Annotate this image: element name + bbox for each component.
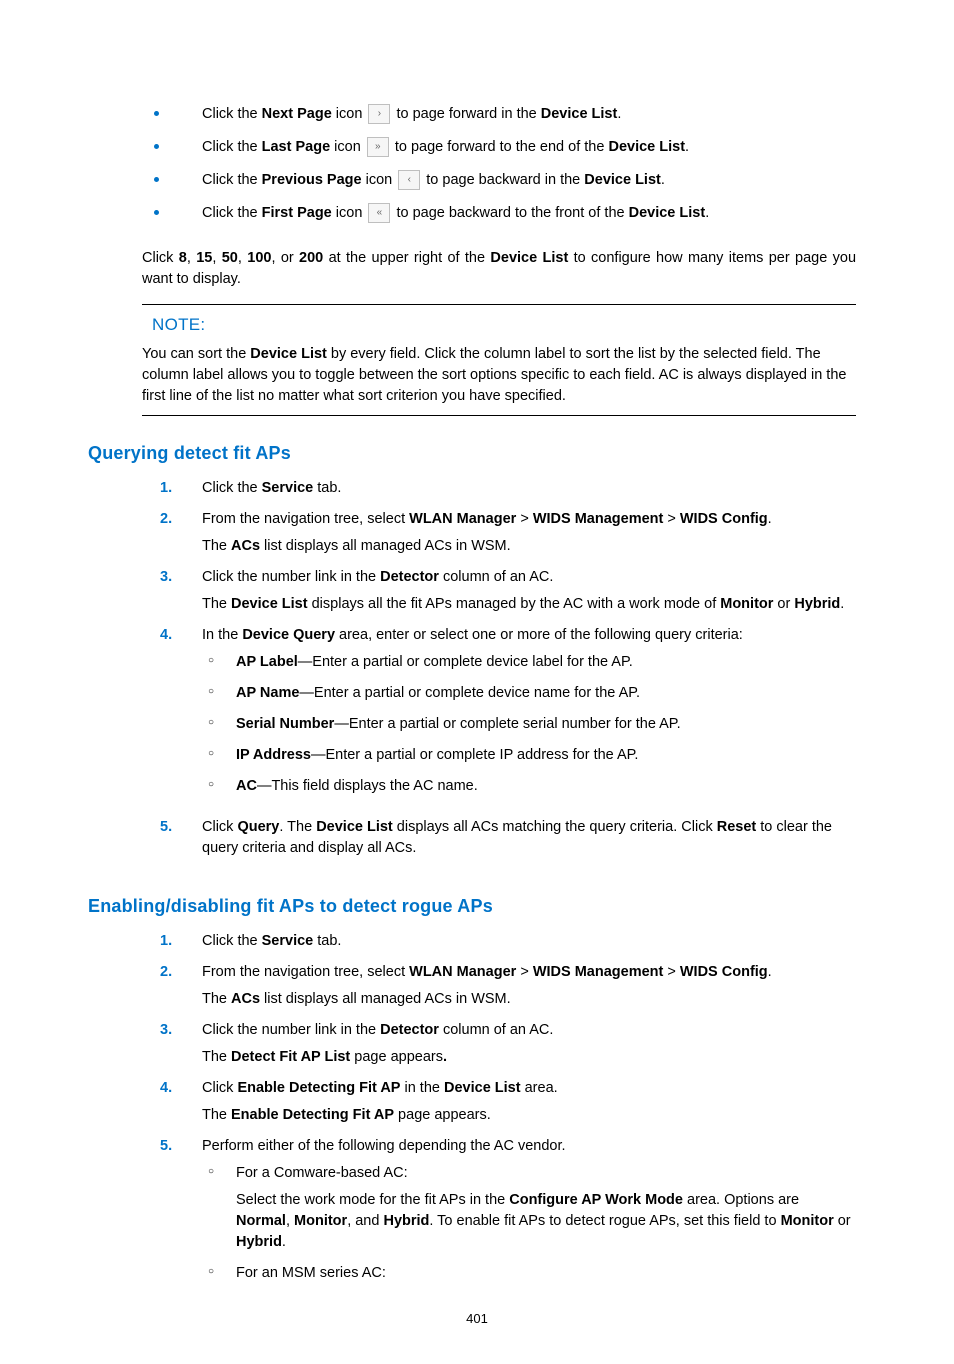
e-step-2-sub: The ACs list displays all managed ACs in…: [202, 989, 856, 1010]
page-number: 401: [0, 1310, 954, 1329]
heading-enabling: Enabling/disabling fit APs to detect rog…: [88, 893, 856, 919]
note-label: NOTE:: [152, 313, 856, 338]
q-step-3-sub: The Device List displays all the fit APs…: [202, 594, 856, 615]
e-step-4-sub: The Enable Detecting Fit AP page appears…: [202, 1105, 856, 1126]
e-step-2: From the navigation tree, select WLAN Ma…: [88, 962, 856, 1020]
e-step-3: Click the number link in the Detector co…: [88, 1020, 856, 1078]
next-page-icon: ›: [368, 104, 390, 124]
q-step-5: Click Query. The Device List displays al…: [88, 817, 856, 869]
heading-querying: Querying detect fit APs: [88, 440, 856, 466]
q-step-2: From the navigation tree, select WLAN Ma…: [88, 509, 856, 567]
criteria-serial-number: Serial Number—Enter a partial or complet…: [202, 714, 856, 745]
enabling-steps: Click the Service tab. From the navigati…: [88, 931, 856, 1304]
criteria-ac: AC—This field displays the AC name.: [202, 776, 856, 807]
previous-page-icon: ‹: [398, 170, 420, 190]
option-comware: For a Comware-based AC: Select the work …: [202, 1163, 856, 1263]
bullet-first-page: Click the First Page icon « to page back…: [88, 203, 856, 236]
bullet-next-page: Click the Next Page icon › to page forwa…: [88, 104, 856, 137]
option-msm: For an MSM series AC:: [202, 1263, 856, 1294]
e-step-5: Perform either of the following dependin…: [88, 1136, 856, 1304]
e-step-4: Click Enable Detecting Fit AP in the Dev…: [88, 1078, 856, 1136]
bullet-previous-page: Click the Previous Page icon ‹ to page b…: [88, 170, 856, 203]
bullet-last-page: Click the Last Page icon » to page forwa…: [88, 137, 856, 170]
note-rule-top: [142, 304, 856, 305]
e-step-3-sub: The Detect Fit AP List page appears.: [202, 1047, 856, 1068]
pagination-icon-bullets: Click the Next Page icon › to page forwa…: [88, 104, 856, 236]
q-step-1: Click the Service tab.: [88, 478, 856, 509]
q-step-3: Click the number link in the Detector co…: [88, 567, 856, 625]
criteria-ap-label: AP Label—Enter a partial or complete dev…: [202, 652, 856, 683]
querying-steps: Click the Service tab. From the navigati…: [88, 478, 856, 869]
note-body: You can sort the Device List by every fi…: [142, 344, 856, 416]
q-step-4-criteria: AP Label—Enter a partial or complete dev…: [202, 652, 856, 807]
option-comware-body: Select the work mode for the fit APs in …: [236, 1190, 856, 1253]
q-step-4: In the Device Query area, enter or selec…: [88, 625, 856, 817]
criteria-ap-name: AP Name—Enter a partial or complete devi…: [202, 683, 856, 714]
q-step-2-sub: The ACs list displays all managed ACs in…: [202, 536, 856, 557]
last-page-icon: »: [367, 137, 389, 157]
e-step-5-options: For a Comware-based AC: Select the work …: [202, 1163, 856, 1294]
first-page-icon: «: [368, 203, 390, 223]
pager-size-paragraph: Click 8, 15, 50, 100, or 200 at the uppe…: [142, 248, 856, 290]
e-step-1: Click the Service tab.: [88, 931, 856, 962]
criteria-ip-address: IP Address—Enter a partial or complete I…: [202, 745, 856, 776]
